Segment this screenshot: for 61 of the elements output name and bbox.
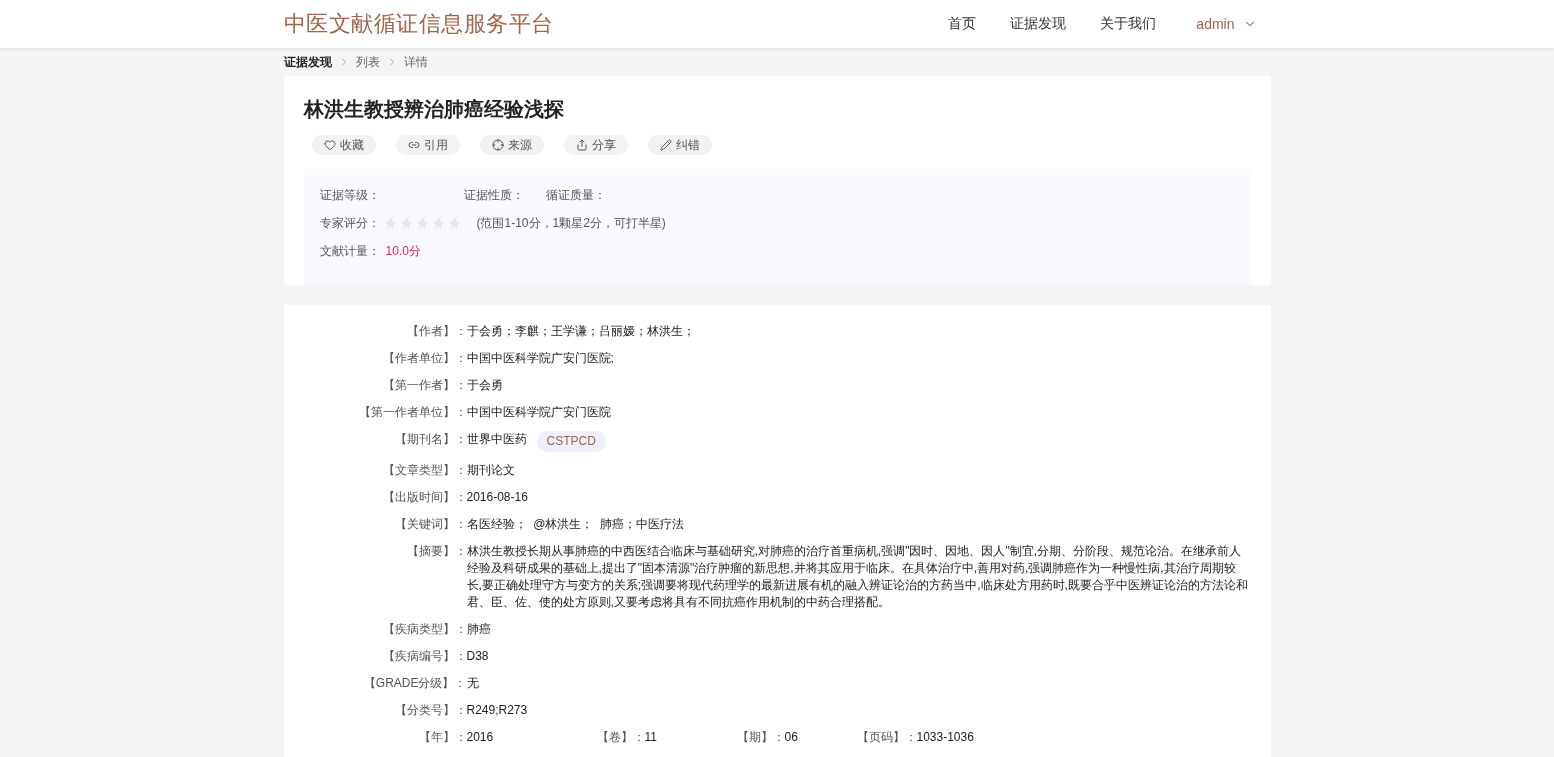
site-logo: 中医文献循证信息服务平台 bbox=[283, 10, 554, 38]
action-button[interactable]: 引用 bbox=[395, 135, 460, 155]
target-icon bbox=[491, 139, 504, 151]
edit-icon bbox=[659, 139, 672, 151]
field-label: 【关键词】： bbox=[393, 516, 467, 533]
field-value: 名医经验； @林洪生； 肺癌；中医疗法 bbox=[466, 516, 685, 533]
field-value: 1033-1036 bbox=[916, 729, 975, 746]
field-label: 【页码】： bbox=[856, 729, 917, 746]
field-label: 【摘要】： bbox=[405, 543, 467, 560]
field-label: 【期】： bbox=[736, 729, 785, 746]
evidence-grade-label: 证据等级： bbox=[319, 186, 381, 204]
field-value: 世界中医药 bbox=[466, 431, 527, 448]
article-title: 林洪生教授辨治肺癌经验浅探 bbox=[303, 97, 565, 122]
field-value: 中国中医科学院广安门医院; bbox=[466, 350, 614, 367]
field-label: 【疾病编号】： bbox=[381, 648, 467, 665]
field-label: 【年】： bbox=[417, 729, 467, 746]
nav-link[interactable]: 证据发现 bbox=[1010, 15, 1067, 33]
user-menu[interactable]: admin bbox=[1196, 16, 1257, 32]
field-value: 06 bbox=[784, 729, 799, 746]
field-label: 【疾病类型】： bbox=[381, 621, 467, 638]
breadcrumb-link[interactable]: 列表 bbox=[355, 53, 380, 71]
field-value: 于会勇 bbox=[466, 377, 503, 394]
action-button[interactable]: 纠错 bbox=[647, 135, 712, 155]
field-label: 【分类号】： bbox=[393, 702, 467, 719]
field-value: 中国中医科学院广安门医院 bbox=[466, 404, 611, 421]
field-label: 【期刊名】： bbox=[393, 431, 467, 448]
field-value: 2016-08-16 bbox=[466, 489, 528, 506]
nav-link[interactable]: 首页 bbox=[948, 15, 977, 33]
action-button[interactable]: 来源 bbox=[479, 135, 544, 155]
metric-label: 文献计量： bbox=[319, 242, 380, 260]
field-label: 【出版时间】： bbox=[381, 489, 467, 506]
field-value: D38 bbox=[466, 648, 489, 665]
field-label: 【第一作者】： bbox=[381, 377, 467, 394]
heart-icon bbox=[323, 139, 336, 151]
rating-hint: (范围1-10分，1颗星2分，可打半星) bbox=[476, 214, 666, 232]
field-value: 期刊论文 bbox=[466, 462, 515, 479]
nav-link[interactable]: 关于我们 bbox=[1100, 15, 1157, 33]
share-icon bbox=[575, 139, 588, 151]
field-value: 于会勇；李麒；王学谦；吕丽嫒；林洪生； bbox=[466, 323, 695, 340]
evidence-quality-label: 循证质量： bbox=[545, 186, 606, 204]
rating-label: 专家评分： bbox=[319, 214, 380, 232]
field-value: 2016 bbox=[466, 729, 495, 746]
index-tag: CSTPCD bbox=[536, 431, 606, 452]
action-button[interactable]: 收藏 bbox=[311, 135, 376, 155]
link-icon bbox=[407, 139, 420, 151]
field-value: 肺癌 bbox=[466, 621, 491, 638]
field-value: 11 bbox=[644, 729, 658, 746]
evidence-nature-label: 证据性质： bbox=[463, 186, 525, 204]
breadcrumb-link[interactable]: 详情 bbox=[403, 53, 428, 71]
field-label: 【第一作者单位】： bbox=[357, 404, 467, 421]
field-value: 无 bbox=[466, 675, 479, 692]
field-value: R249;R273 bbox=[466, 702, 528, 719]
action-button[interactable]: 分享 bbox=[563, 135, 628, 155]
field-label: 【作者单位】： bbox=[381, 350, 467, 367]
field-value: 林洪生教授长期从事肺癌的中西医结合临床与基础研究,对肺癌的治疗首重病机,强调"因时、因地、因人"制宜,分期、分阶段、规范论治。在继承前人经验及科研成果的基础上,提出了"固本清源"治疗肿瘤的新思想,并将其应用于临床。在具体治疗中,善用对药,强调肺癌作为一种慢性病,其治疗周期较长,要正确处理守方与变方的关系;强调要将现代药理学的最新进展有机的融入辨证论治的方药当中,临床处方用药时,既要合乎中医辨证论治的方法论和君、臣、佐、使的处方原则,又要考虑将具有不同抗癌作用机制的中药合理搭配。 bbox=[466, 543, 1249, 611]
metric-value: 10.0分 bbox=[385, 242, 421, 260]
field-label: 【GRADE分级】： bbox=[362, 675, 467, 692]
breadcrumb-link[interactable]: 证据发现 bbox=[283, 53, 332, 71]
field-label: 【文章类型】： bbox=[381, 462, 467, 479]
field-label: 【作者】： bbox=[405, 323, 467, 340]
field-label: 【卷】： bbox=[596, 729, 645, 746]
